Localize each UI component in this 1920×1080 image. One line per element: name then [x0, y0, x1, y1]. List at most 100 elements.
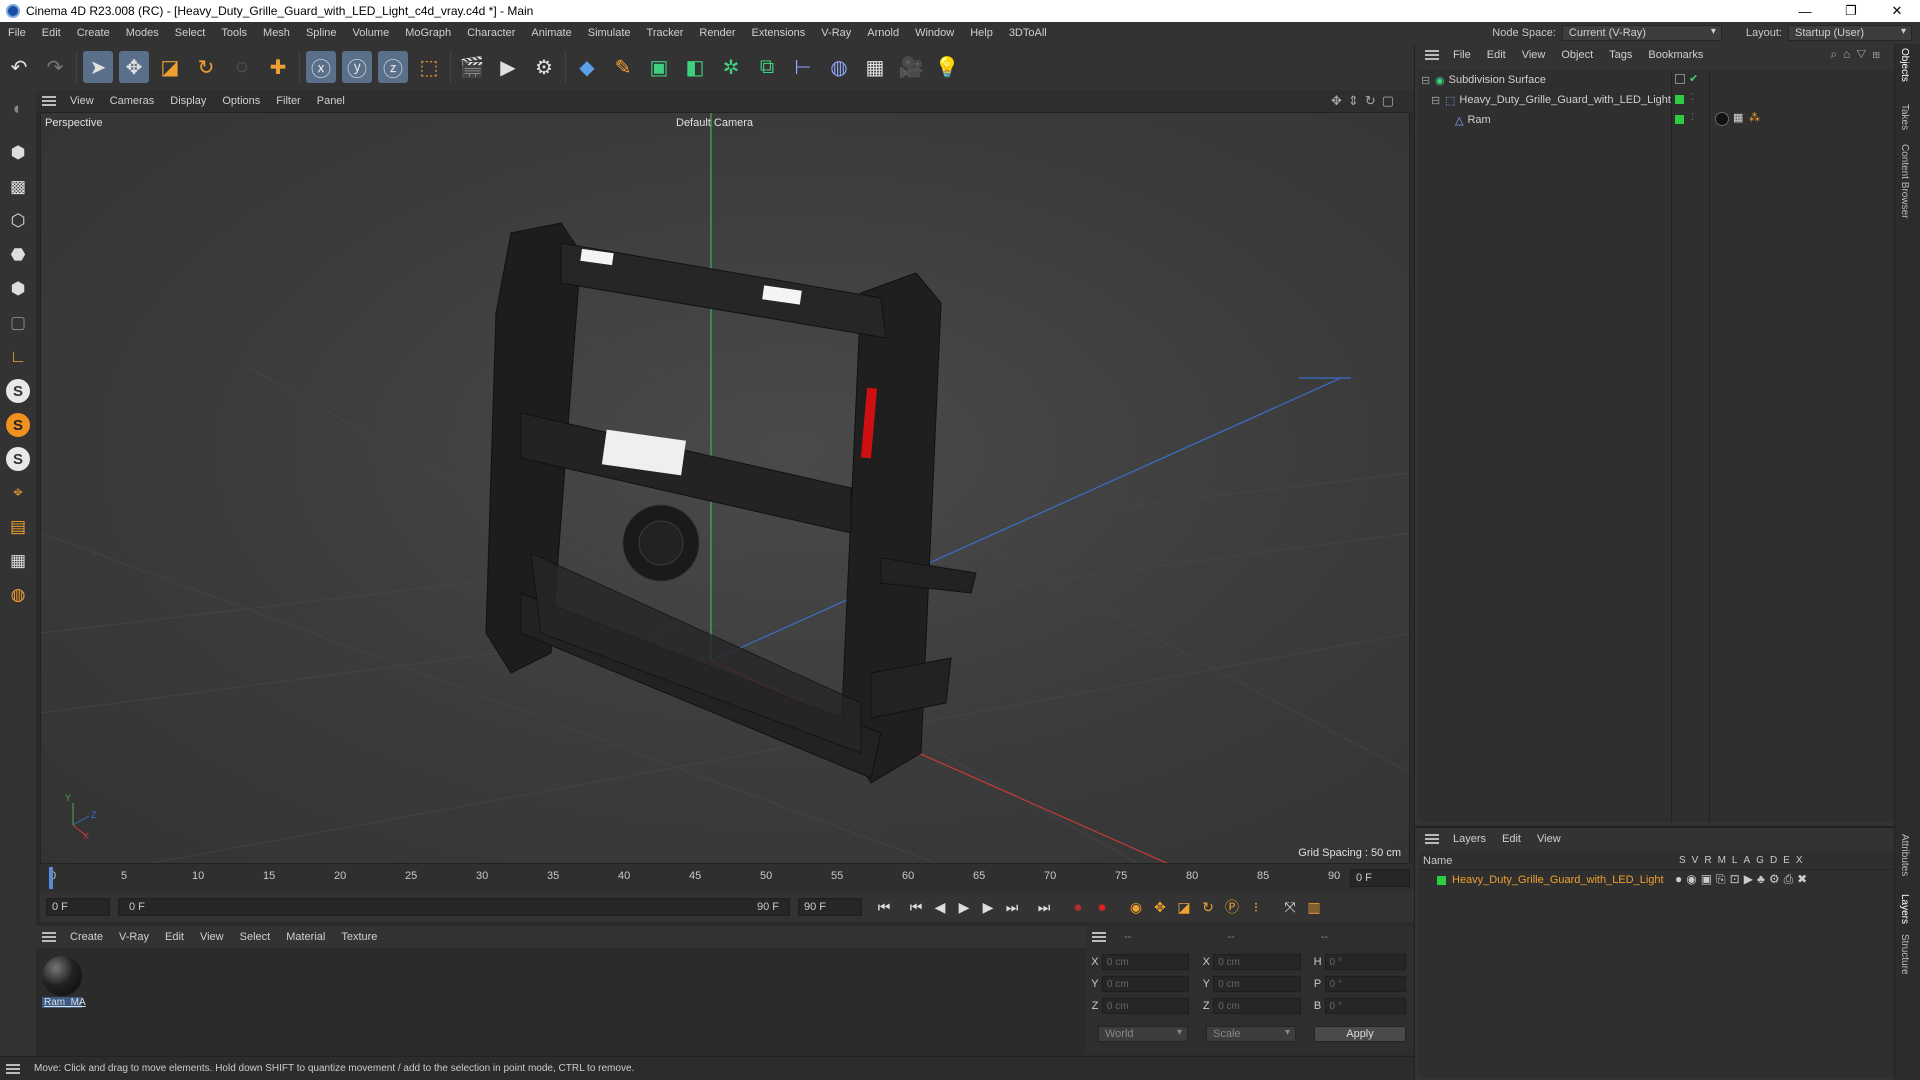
floor-icon[interactable]: ▦ [860, 51, 890, 83]
playhead[interactable] [49, 867, 53, 889]
layer-color-icon[interactable] [1675, 95, 1684, 104]
layer-toggle-icons[interactable]: ●◉▣⎘⊡▶♣⚙⎙✖ [1675, 872, 1811, 887]
deformer-icon[interactable]: ⧉ [752, 51, 782, 83]
go-to-start-icon[interactable]: ⏮ [872, 895, 896, 919]
magnet-icon[interactable]: ⌖ [3, 478, 33, 508]
key-rotation-icon[interactable]: ↻ [1196, 895, 1220, 919]
workplane-snap-icon[interactable]: S [3, 444, 33, 474]
layer-menu-edit[interactable]: Edit [1494, 833, 1529, 845]
tab-structure[interactable]: Structure [1899, 934, 1910, 975]
autokey-icon[interactable]: ◉ [1124, 895, 1148, 919]
om-search-filter-icons[interactable]: ⌕⌂▽⊞ [1830, 47, 1886, 62]
object-name[interactable]: Subdivision Surface [1449, 74, 1546, 86]
x-axis-lock-icon[interactable]: ⓧ [306, 51, 336, 83]
viewport-nav-icons[interactable]: ✥⇕↻▢ [1331, 93, 1400, 109]
menu-file[interactable]: File [0, 27, 34, 39]
go-to-end-icon[interactable]: ⏭ [1032, 895, 1056, 919]
viewport-camera-label[interactable]: Default Camera [676, 117, 753, 129]
polygons-mode-icon[interactable]: ⬢ [3, 274, 33, 304]
tab-content-browser[interactable]: Content Browser [1899, 144, 1910, 218]
menu-volume[interactable]: Volume [345, 27, 398, 39]
cube-primitive-icon[interactable]: ◆ [572, 51, 602, 83]
layer-col-solo[interactable]: S [1679, 855, 1686, 866]
layer-col-animation[interactable]: A [1743, 855, 1750, 866]
redo-icon[interactable]: ↷ [40, 51, 70, 83]
coordinate-system-icon[interactable]: ⬚ [414, 51, 444, 83]
object-row-subdivision-surface[interactable]: ⊟ ◉ Subdivision Surface ✔ [1419, 70, 1895, 90]
om-menu-tags[interactable]: Tags [1601, 49, 1640, 61]
node-space-select[interactable]: Current (V-Ray) [1561, 25, 1722, 41]
layer-col-manager[interactable]: M [1718, 855, 1726, 866]
material-menu-material[interactable]: Material [278, 931, 333, 943]
menu-mesh[interactable]: Mesh [255, 27, 298, 39]
scale-tool-icon[interactable]: ◪ [155, 51, 185, 83]
menu-arnold[interactable]: Arnold [859, 27, 907, 39]
z-axis-lock-icon[interactable]: ⓩ [378, 51, 408, 83]
menu-select[interactable]: Select [167, 27, 214, 39]
menu-extensions[interactable]: Extensions [743, 27, 813, 39]
menu-edit[interactable]: Edit [34, 27, 69, 39]
snap-icon[interactable]: S [3, 376, 33, 406]
viewport-menu-filter[interactable]: Filter [268, 95, 308, 107]
layer-color-icon[interactable] [1675, 115, 1684, 124]
collapse-icon[interactable]: ⊟ [1431, 94, 1441, 107]
layer-col-expressions[interactable]: E [1783, 855, 1790, 866]
close-button[interactable]: ✕ [1874, 0, 1920, 22]
menu-vray[interactable]: V-Ray [813, 27, 859, 39]
layer-row[interactable]: Heavy_Duty_Grille_Guard_with_LED_Light ●… [1419, 870, 1895, 890]
coord-mode-select[interactable]: Scale [1206, 1026, 1296, 1042]
material-menu-edit[interactable]: Edit [157, 931, 192, 943]
subdivision-surface-icon[interactable]: ▣ [644, 51, 674, 83]
3d-viewport[interactable]: Perspective Default Camera Grid Spacing … [40, 112, 1410, 864]
live-selection-icon[interactable]: ◌ [227, 51, 257, 83]
menu-mograph[interactable]: MoGraph [397, 27, 459, 39]
material-menu-create[interactable]: Create [62, 931, 111, 943]
enabled-check-icon[interactable]: ✔ [1689, 72, 1698, 85]
timeline-ruler[interactable]: 0 5 10 15 20 25 30 35 40 45 50 55 60 65 … [40, 864, 1414, 892]
texture-mode-icon[interactable]: ▩ [3, 172, 33, 202]
om-menu-bookmarks[interactable]: Bookmarks [1640, 49, 1711, 61]
menu-render[interactable]: Render [691, 27, 743, 39]
next-key-icon[interactable]: ⏭ [1000, 895, 1024, 919]
layer-color-swatch[interactable] [1437, 875, 1446, 885]
current-frame-field[interactable]: 0 F [1350, 869, 1410, 887]
axis-mode-icon[interactable]: ∟ [3, 342, 33, 372]
collapse-icon[interactable]: ⊟ [1421, 74, 1431, 87]
maximize-button[interactable]: ❐ [1828, 0, 1874, 22]
previous-frame-icon[interactable]: ◀ [928, 895, 952, 919]
menu-tracker[interactable]: Tracker [639, 27, 692, 39]
hamburger-icon[interactable] [1425, 50, 1439, 60]
uv-mode-icon[interactable]: ▢ [3, 308, 33, 338]
make-editable-icon[interactable]: ◐ [3, 94, 33, 124]
snap-settings-icon[interactable]: S [3, 410, 33, 440]
minimize-button[interactable]: — [1782, 0, 1828, 22]
tab-takes[interactable]: Takes [1899, 104, 1910, 130]
material-menu-texture[interactable]: Texture [333, 931, 385, 943]
position-y-field[interactable]: 0 cm [1101, 976, 1190, 992]
scene-object-icon[interactable]: ◍ [824, 51, 854, 83]
model-mode-icon[interactable]: ⬢ [3, 138, 33, 168]
menu-create[interactable]: Create [69, 27, 118, 39]
viewport-menu-view[interactable]: View [62, 95, 102, 107]
menu-animate[interactable]: Animate [523, 27, 579, 39]
position-x-field[interactable]: 0 cm [1101, 954, 1190, 970]
rotation-p-field[interactable]: 0 ° [1324, 976, 1406, 992]
hamburger-icon[interactable] [42, 96, 56, 106]
om-menu-edit[interactable]: Edit [1479, 49, 1514, 61]
menu-tools[interactable]: Tools [213, 27, 255, 39]
size-x-field[interactable]: 0 cm [1213, 954, 1301, 970]
render-view-icon[interactable]: 🎬 [457, 51, 487, 83]
previous-key-icon[interactable]: ⏮ [904, 895, 928, 919]
next-frame-icon[interactable]: ▶ [976, 895, 1000, 919]
layer-name[interactable]: Heavy_Duty_Grille_Guard_with_LED_Light [1452, 874, 1664, 886]
viewport-menu-panel[interactable]: Panel [309, 95, 353, 107]
material-swatch[interactable]: Ram_MA [42, 956, 86, 1010]
layer-col-render[interactable]: R [1704, 855, 1711, 866]
object-row-ram[interactable]: △ Ram ⁚ ▦ ⁂ [1419, 110, 1895, 130]
grille-guard-model[interactable] [485, 222, 977, 784]
menu-window[interactable]: Window [907, 27, 962, 39]
layer-col-generators[interactable]: G [1756, 855, 1764, 866]
editor-visibility-icon[interactable] [1675, 74, 1685, 84]
coord-space-select[interactable]: World [1098, 1026, 1188, 1042]
object-name[interactable]: Ram [1467, 114, 1490, 126]
